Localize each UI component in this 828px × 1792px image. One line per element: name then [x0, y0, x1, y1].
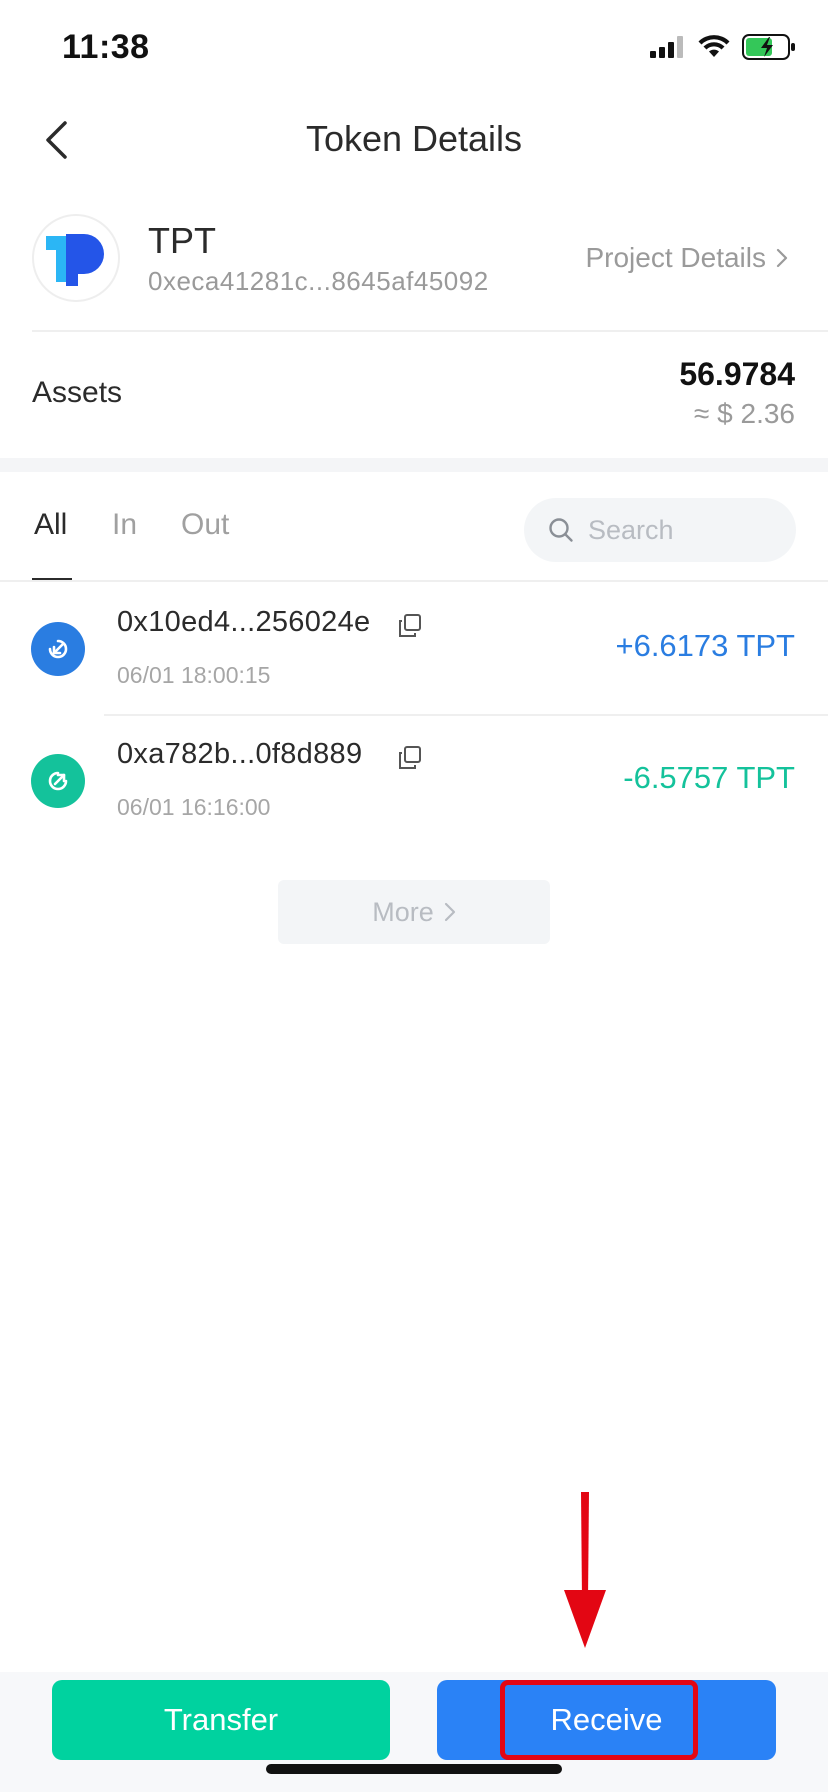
tab-out[interactable]: Out — [181, 508, 229, 542]
outgoing-transaction-icon — [31, 754, 85, 808]
assets-row: Assets 56.9784 ≈ $ 2.36 — [0, 332, 828, 458]
section-separator — [0, 458, 828, 472]
chevron-right-icon — [776, 248, 788, 268]
search-input[interactable] — [588, 514, 768, 546]
more-label: More — [372, 896, 434, 927]
search-icon — [549, 518, 573, 542]
transaction-time: 06/01 18:00:15 — [117, 662, 271, 688]
transaction-row[interactable]: 0xa782b...0f8d889 06/01 16:16:00 -6.5757… — [0, 714, 828, 846]
transaction-hash: 0x10ed4...256024e — [117, 606, 371, 638]
status-bar: 11:38 — [0, 0, 828, 100]
tab-all[interactable]: All — [34, 508, 67, 542]
project-details-link[interactable]: Project Details — [585, 242, 788, 274]
copy-icon[interactable] — [396, 612, 424, 640]
status-icons — [650, 34, 796, 60]
token-address: 0xeca41281c...8645af45092 — [148, 266, 489, 296]
filter-tabs: All In Out — [0, 472, 828, 582]
copy-icon[interactable] — [396, 744, 424, 772]
bottom-action-bar: Transfer Receive — [0, 1672, 828, 1792]
tp-logo-icon — [46, 234, 104, 286]
incoming-transaction-icon — [31, 622, 85, 676]
home-indicator — [266, 1764, 562, 1774]
page-title: Token Details — [305, 118, 523, 159]
tab-in[interactable]: In — [112, 508, 137, 542]
transfer-button[interactable]: Transfer — [52, 1680, 390, 1760]
assets-fiat-value: ≈ $ 2.36 — [694, 398, 795, 429]
token-symbol: TPT — [148, 220, 216, 261]
wifi-icon — [698, 35, 730, 57]
cellular-signal-icon — [650, 36, 683, 58]
chevron-right-icon — [444, 902, 455, 922]
transaction-row[interactable]: 0x10ed4...256024e 06/01 18:00:15 +6.6173… — [0, 582, 828, 714]
project-details-label: Project Details — [585, 242, 766, 273]
nav-bar: Token Details — [0, 100, 828, 180]
status-time: 11:38 — [62, 28, 150, 66]
token-logo — [32, 214, 120, 302]
battery-charging-icon — [742, 34, 795, 60]
transaction-amount: -6.5757 TPT — [623, 760, 795, 795]
transaction-hash: 0xa782b...0f8d889 — [117, 738, 363, 770]
token-header: TPT 0xeca41281c...8645af45092 Project De… — [0, 210, 828, 330]
receive-button[interactable]: Receive — [437, 1680, 776, 1760]
annotation-arrow — [564, 1492, 606, 1648]
more-button[interactable]: More — [278, 880, 550, 944]
transaction-amount: +6.6173 TPT — [615, 628, 795, 663]
assets-label: Assets — [32, 376, 123, 409]
search-box[interactable] — [524, 498, 796, 562]
assets-amount: 56.9784 — [679, 356, 795, 392]
transaction-time: 06/01 16:16:00 — [117, 794, 271, 820]
